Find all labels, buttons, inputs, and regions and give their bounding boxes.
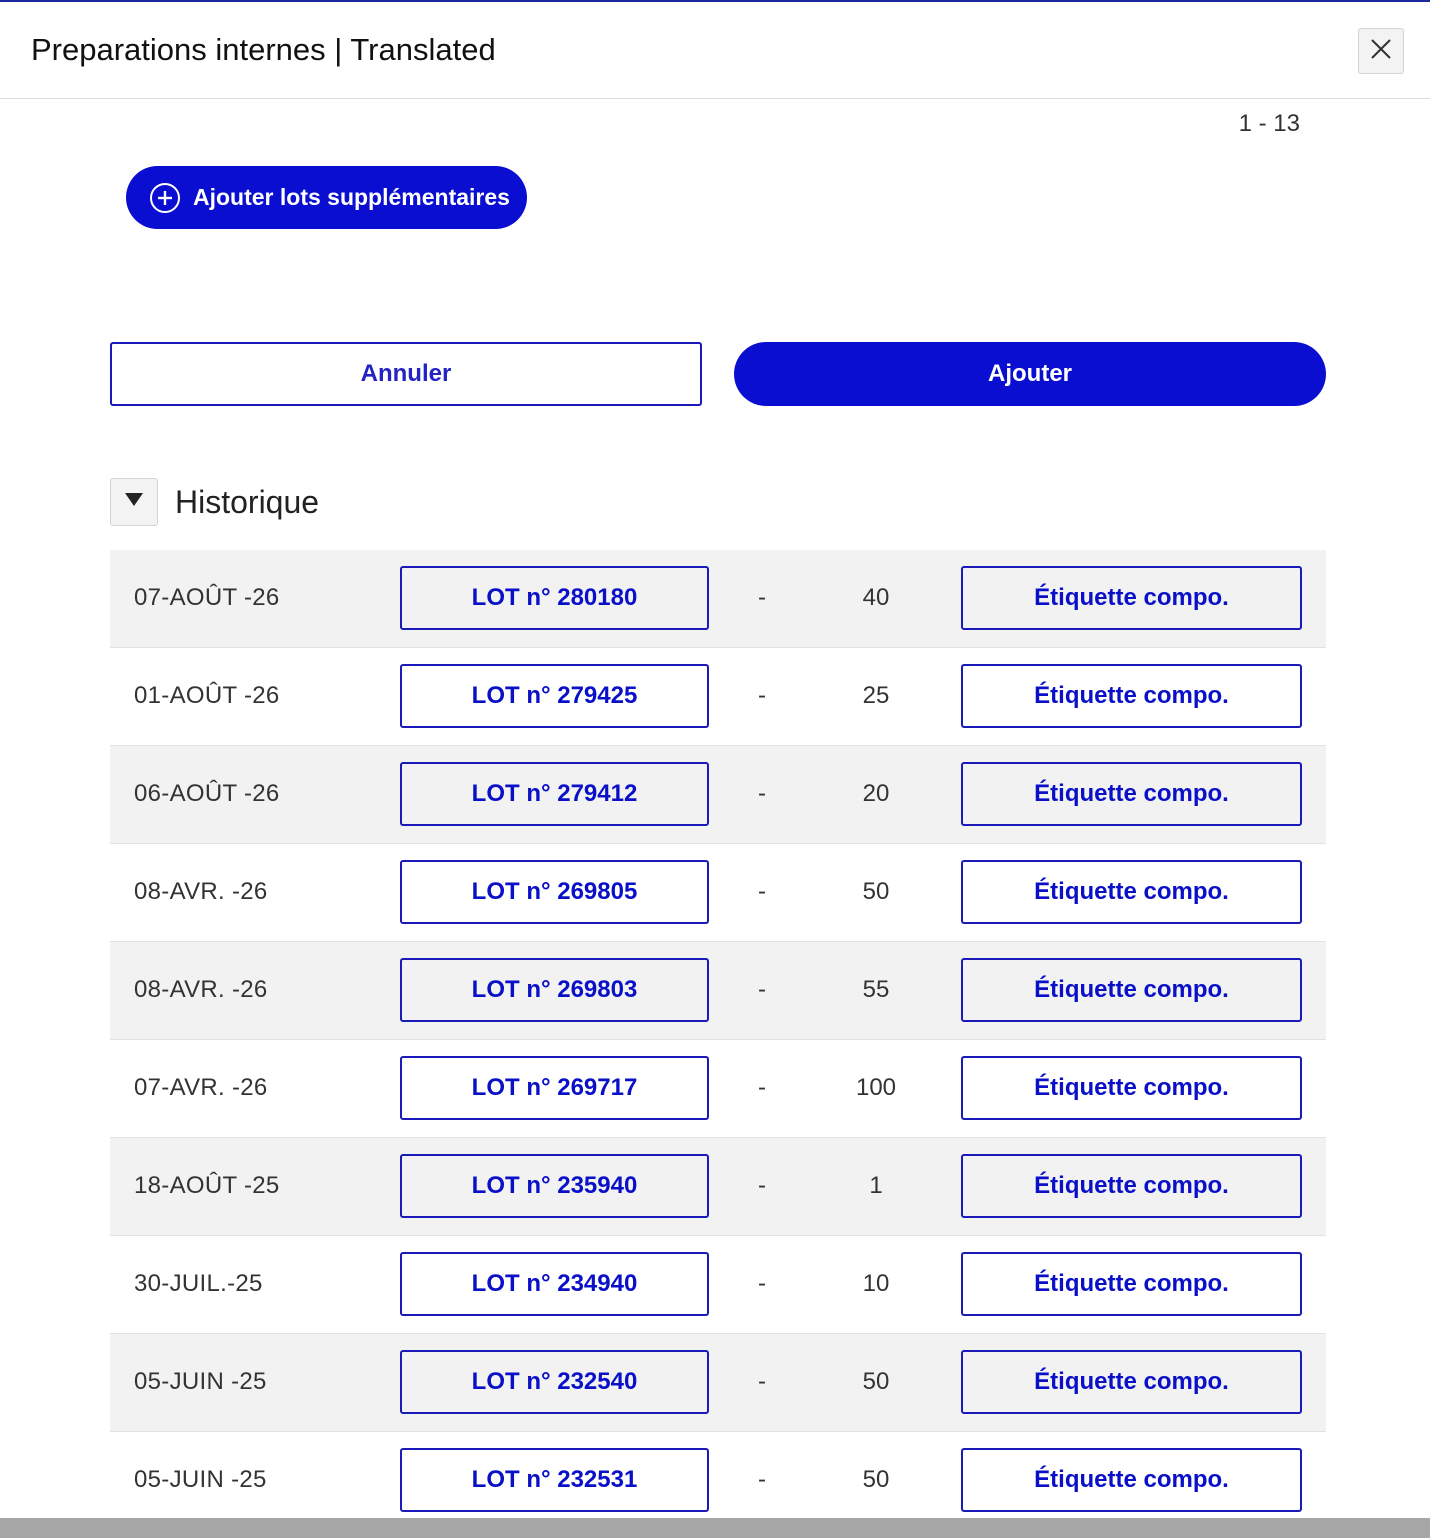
row-dash: - [758,1368,766,1395]
bottom-scroll-bar [0,1518,1430,1538]
close-icon [1370,38,1392,65]
row-date: 05-JUIN -25 [134,1368,267,1395]
add-lots-button[interactable]: Ajouter lots supplémentaires [126,166,527,229]
row-dash: - [758,878,766,905]
history-toggle-button[interactable] [110,478,158,526]
row-quantity: 20 [862,780,890,807]
composition-label-button[interactable]: Étiquette compo. [961,1056,1302,1120]
modal-dialog: Preparations internes | Translated 1 - 1… [0,0,1430,1538]
plus-circle-icon [149,182,181,214]
lot-button[interactable]: LOT n° 269805 [400,860,709,924]
history-row: 08-AVR. -26 LOT n° 269803 - 55 Étiquette com… [110,942,1326,1040]
row-date: 07-AOÛT -26 [134,584,280,611]
composition-label-button[interactable]: Étiquette compo. [961,1448,1302,1512]
close-button[interactable] [1358,28,1404,74]
history-row: 07-AOÛT -26 LOT n° 280180 - 40 Étiquette com… [110,550,1326,648]
cancel-button[interactable]: Annuler [110,342,702,406]
add-lots-label: Ajouter lots supplémentaires [193,184,510,210]
composition-label-button[interactable]: Étiquette compo. [961,1154,1302,1218]
row-date: 18-AOÛT -25 [134,1172,280,1199]
row-date: 30-JUIL.-25 [134,1270,263,1297]
row-quantity: 50 [862,1368,890,1395]
row-quantity: 50 [862,878,890,905]
history-row: 01-AOÛT -26 LOT n° 279425 - 25 Étiquette com… [110,648,1326,746]
modal-title: Preparations internes | Translated [31,32,496,67]
lot-button[interactable]: LOT n° 232540 [400,1350,709,1414]
lot-button[interactable]: LOT n° 279425 [400,664,709,728]
add-button[interactable]: Ajouter [734,342,1326,406]
row-quantity: 55 [862,976,890,1003]
row-quantity: 25 [862,682,890,709]
composition-label-button[interactable]: Étiquette compo. [961,762,1302,826]
row-dash: - [758,1466,766,1493]
history-row: 06-AOÛT -26 LOT n° 279412 - 20 Étiquette com… [110,746,1326,844]
row-quantity: 10 [862,1270,890,1297]
row-dash: - [758,1270,766,1297]
row-quantity: 50 [862,1466,890,1493]
composition-label-button[interactable]: Étiquette compo. [961,664,1302,728]
row-dash: - [758,976,766,1003]
row-date: 01-AOÛT -26 [134,682,280,709]
history-list: 07-AOÛT -26 LOT n° 280180 - 40 Étiquette com… [110,550,1326,1530]
lot-button[interactable]: LOT n° 269803 [400,958,709,1022]
row-dash: - [758,1074,766,1101]
composition-label-button[interactable]: Étiquette compo. [961,566,1302,630]
pagination-range: 1 - 13 [1238,110,1300,137]
history-row: 07-AVR. -26 LOT n° 269717 - 100 Étiquette co… [110,1040,1326,1138]
lot-button[interactable]: LOT n° 235940 [400,1154,709,1218]
row-date: 05-JUIN -25 [134,1466,267,1493]
row-date: 08-AVR. -26 [134,976,268,1003]
history-row: 18-AOÛT -25 LOT n° 235940 - 1 Étiquette comp… [110,1138,1326,1236]
row-date: 07-AVR. -26 [134,1074,268,1101]
composition-label-button[interactable]: Étiquette compo. [961,1252,1302,1316]
lot-button[interactable]: LOT n° 232531 [400,1448,709,1512]
modal-header: Preparations internes | Translated [0,2,1430,99]
history-row: 05-JUIN -25 LOT n° 232540 - 50 Étiquette com… [110,1334,1326,1432]
row-dash: - [758,780,766,807]
row-dash: - [758,584,766,611]
composition-label-button[interactable]: Étiquette compo. [961,1350,1302,1414]
row-quantity: 40 [862,584,890,611]
row-date: 08-AVR. -26 [134,878,268,905]
lot-button[interactable]: LOT n° 234940 [400,1252,709,1316]
history-row: 30-JUIL.-25 LOT n° 234940 - 10 Étiquette com… [110,1236,1326,1334]
composition-label-button[interactable]: Étiquette compo. [961,958,1302,1022]
lot-button[interactable]: LOT n° 269717 [400,1056,709,1120]
history-row: 08-AVR. -26 LOT n° 269805 - 50 Étiquette com… [110,844,1326,942]
row-quantity: 100 [855,1074,897,1101]
history-row: 05-JUIN -25 LOT n° 232531 - 50 Étiquette com… [110,1432,1326,1530]
composition-label-button[interactable]: Étiquette compo. [961,860,1302,924]
row-quantity: 1 [869,1172,883,1199]
row-dash: - [758,682,766,709]
row-date: 06-AOÛT -26 [134,780,280,807]
history-title: Historique [175,484,320,520]
caret-down-icon [125,492,143,512]
lot-button[interactable]: LOT n° 279412 [400,762,709,826]
row-dash: - [758,1172,766,1199]
lot-button[interactable]: LOT n° 280180 [400,566,709,630]
